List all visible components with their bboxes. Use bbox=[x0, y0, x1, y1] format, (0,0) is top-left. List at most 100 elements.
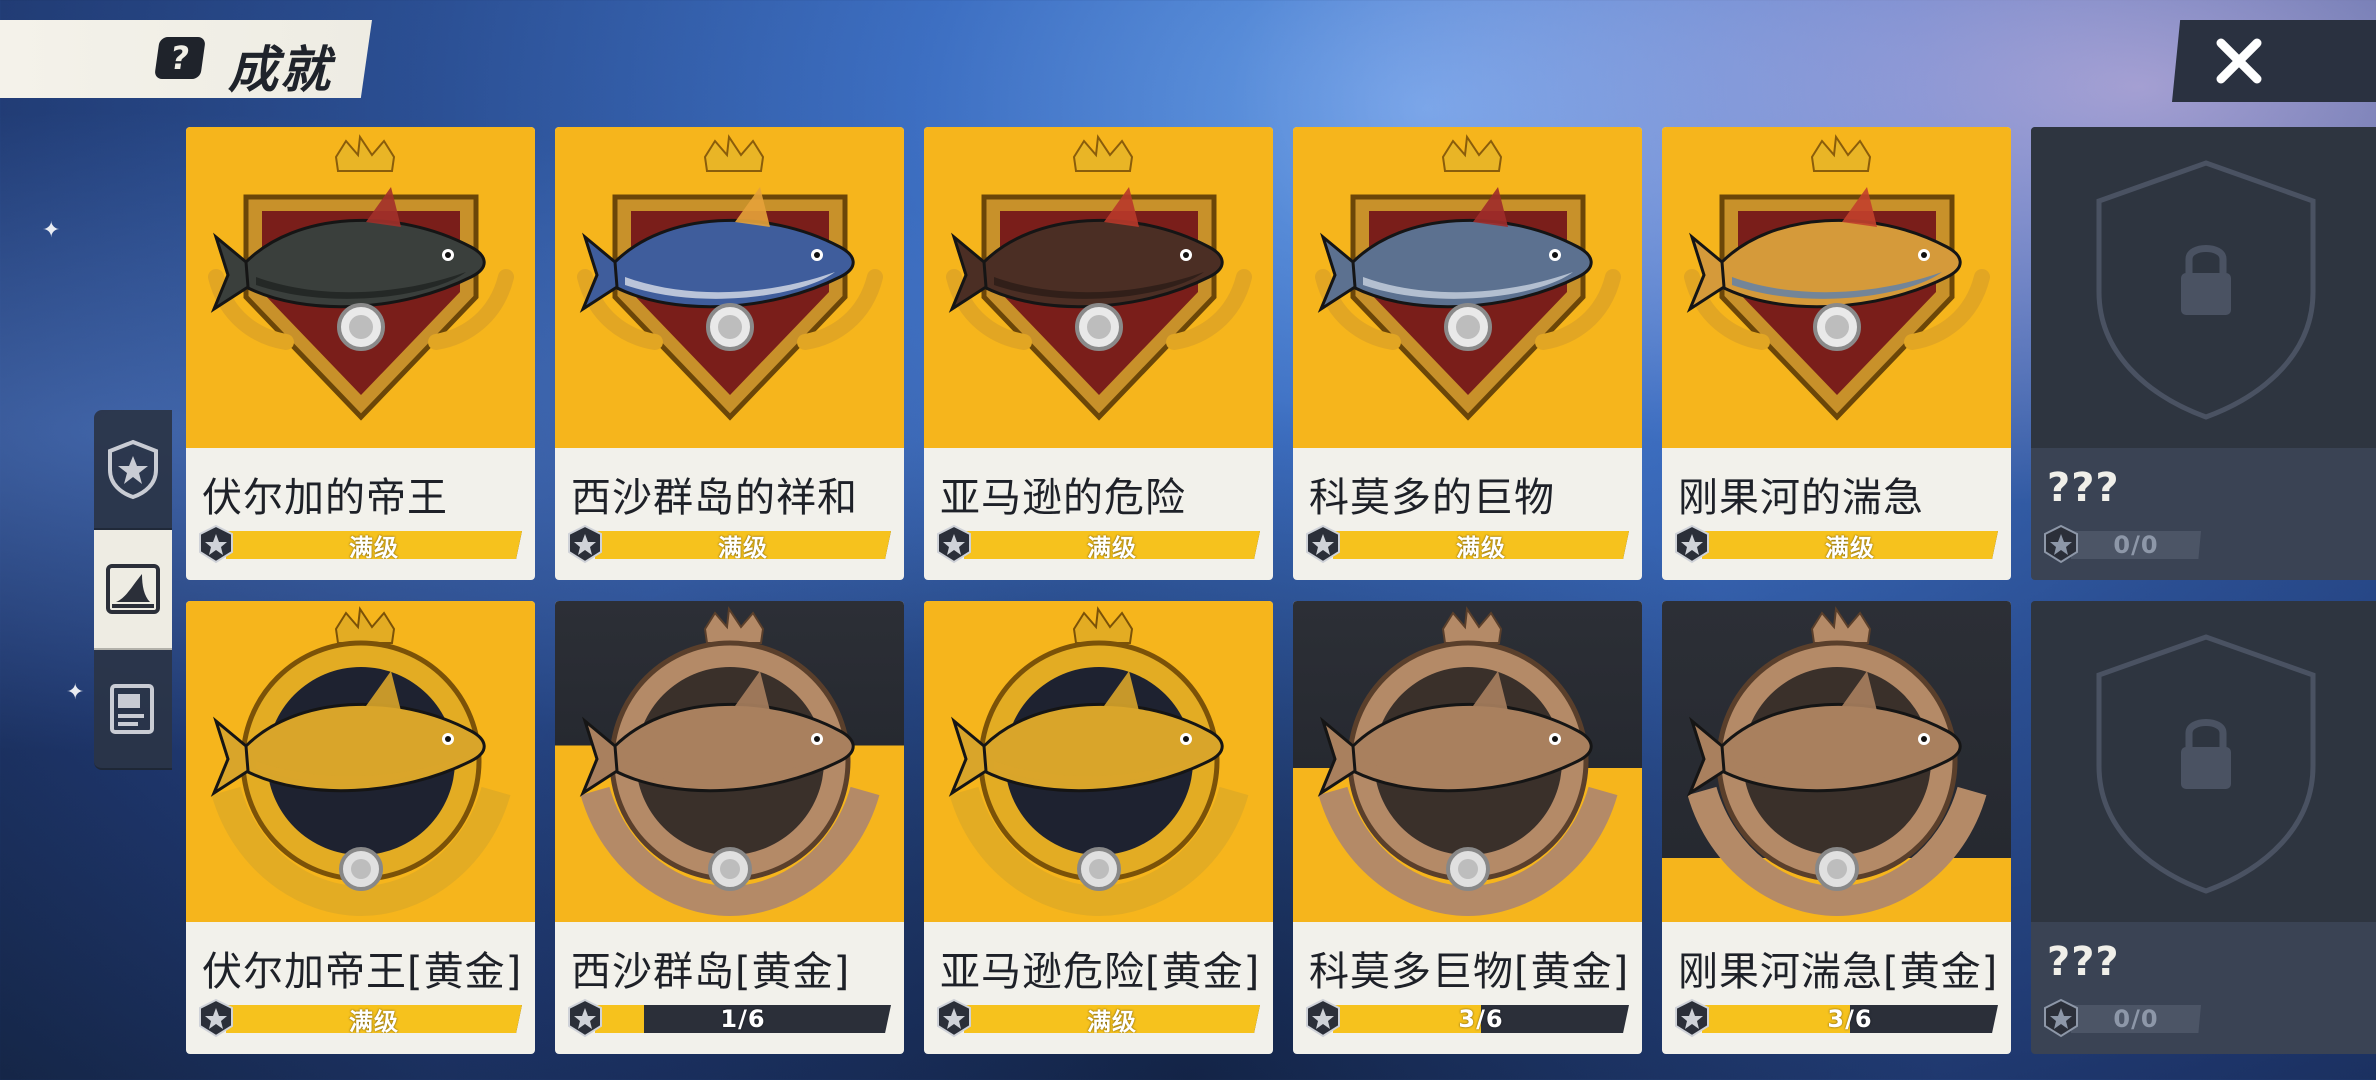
progress-label: 3/6 bbox=[1458, 1005, 1504, 1033]
sparkle-icon: ✦ bbox=[42, 218, 61, 243]
achievement-card[interactable]: ??? 0/0 bbox=[2031, 601, 2376, 1054]
lock-icon bbox=[2096, 634, 2316, 894]
achievement-name: 刚果河湍急[黄金] bbox=[1678, 949, 1999, 995]
progress-label: 1/6 bbox=[720, 1005, 766, 1033]
badge-star-icon bbox=[937, 998, 971, 1038]
progress-label: 满级 bbox=[718, 533, 768, 562]
achievement-art bbox=[2031, 601, 2376, 922]
achievement-card[interactable]: 刚果河的湍急 满级 bbox=[1662, 127, 2011, 580]
achievement-medal bbox=[1315, 134, 1621, 421]
progress-track: 1/6 bbox=[595, 1005, 891, 1033]
tab-fish-achievements[interactable] bbox=[94, 530, 172, 650]
progress-track: 满级 bbox=[964, 531, 1260, 559]
achievement-medal bbox=[1317, 606, 1618, 917]
progress-track: 满级 bbox=[595, 531, 891, 559]
achievement-card[interactable]: 西沙群岛的祥和 满级 bbox=[555, 127, 904, 580]
badge-star-icon bbox=[937, 524, 971, 564]
achievement-progress: 满级 bbox=[1303, 524, 1631, 564]
achievement-card[interactable]: 亚马逊危险[黄金] 满级 bbox=[924, 601, 1273, 1054]
achievement-progress: 满级 bbox=[1672, 524, 2000, 564]
question-icon[interactable]: ? bbox=[154, 37, 206, 79]
tab-medals[interactable] bbox=[94, 410, 172, 530]
side-tabs bbox=[94, 410, 172, 770]
book-icon bbox=[110, 684, 154, 734]
close-button[interactable] bbox=[2172, 20, 2376, 102]
achievement-progress: 3/6 bbox=[1672, 998, 2000, 1038]
badge-star-icon bbox=[1675, 998, 1709, 1038]
achievement-medal bbox=[579, 606, 880, 917]
achievement-name: 亚马逊的危险 bbox=[940, 475, 1186, 521]
badge-star-icon bbox=[2044, 998, 2078, 1038]
progress-track: 满级 bbox=[226, 1005, 522, 1033]
badge-star-icon bbox=[1675, 524, 1709, 564]
progress-track: 0/0 bbox=[2071, 1005, 2201, 1033]
achievement-medal bbox=[208, 134, 514, 421]
progress-track: 满级 bbox=[226, 531, 522, 559]
shark-fin-icon bbox=[106, 564, 160, 614]
progress-track: 0/0 bbox=[2071, 531, 2201, 559]
achievement-card[interactable]: 科莫多巨物[黄金] 3/6 bbox=[1293, 601, 1642, 1054]
badge-star-icon bbox=[568, 524, 602, 564]
achievement-medal bbox=[1686, 606, 1987, 917]
progress-label: 满级 bbox=[1087, 1007, 1137, 1036]
achievement-name: 伏尔加帝王[黄金] bbox=[202, 949, 523, 995]
achievement-medal bbox=[577, 134, 883, 421]
badge-star-icon bbox=[568, 998, 602, 1038]
achievement-card[interactable]: ??? 0/0 bbox=[2031, 127, 2376, 580]
achievement-progress: 满级 bbox=[196, 998, 524, 1038]
progress-label: 3/6 bbox=[1827, 1005, 1873, 1033]
achievement-art bbox=[555, 601, 904, 922]
achievement-name: ??? bbox=[2047, 465, 2120, 511]
achievement-name: 科莫多巨物[黄金] bbox=[1309, 949, 1630, 995]
badge-star-icon bbox=[2044, 524, 2078, 564]
progress-label: 满级 bbox=[1825, 533, 1875, 562]
achievement-art bbox=[1662, 127, 2011, 448]
badge-star-icon bbox=[1306, 524, 1340, 564]
achievement-progress: 满级 bbox=[934, 524, 1262, 564]
achievement-card[interactable]: 西沙群岛[黄金] 1/6 bbox=[555, 601, 904, 1054]
achievement-progress: 0/0 bbox=[2041, 998, 2369, 1038]
achievement-card[interactable]: 伏尔加的帝王 满级 bbox=[186, 127, 535, 580]
progress-track: 满级 bbox=[964, 1005, 1260, 1033]
achievement-progress: 1/6 bbox=[565, 998, 893, 1038]
progress-label: 满级 bbox=[1456, 533, 1506, 562]
achievement-name: 西沙群岛[黄金] bbox=[571, 949, 851, 995]
achievement-medal bbox=[210, 606, 511, 917]
achievement-art bbox=[924, 127, 1273, 448]
lock-icon bbox=[2096, 160, 2316, 420]
achievement-card[interactable]: 科莫多的巨物 满级 bbox=[1293, 127, 1642, 580]
close-icon bbox=[2216, 38, 2262, 84]
achievement-name: 亚马逊危险[黄金] bbox=[940, 949, 1261, 995]
progress-label: 满级 bbox=[349, 533, 399, 562]
achievement-medal bbox=[1684, 134, 1990, 421]
tab-book[interactable] bbox=[94, 650, 172, 770]
achievement-progress: 满级 bbox=[565, 524, 893, 564]
achievement-art bbox=[186, 127, 535, 448]
progress-label: 满级 bbox=[349, 1007, 399, 1036]
achievement-name: 伏尔加的帝王 bbox=[202, 475, 448, 521]
achievement-progress: 3/6 bbox=[1303, 998, 1631, 1038]
achievement-progress: 满级 bbox=[196, 524, 524, 564]
achievement-medal bbox=[948, 606, 1249, 917]
badge-star-icon bbox=[1306, 998, 1340, 1038]
achievement-card[interactable]: 刚果河湍急[黄金] 3/6 bbox=[1662, 601, 2011, 1054]
progress-track: 3/6 bbox=[1333, 1005, 1629, 1033]
progress-track: 满级 bbox=[1702, 531, 1998, 559]
achievement-art bbox=[1293, 127, 1642, 448]
achievement-card[interactable]: 亚马逊的危险 满级 bbox=[924, 127, 1273, 580]
progress-track: 3/6 bbox=[1702, 1005, 1998, 1033]
achievement-art bbox=[924, 601, 1273, 922]
page-title: 成就 bbox=[228, 41, 332, 99]
achievement-art bbox=[1662, 601, 2011, 922]
progress-label: 0/0 bbox=[2113, 531, 2159, 559]
achievement-progress: 0/0 bbox=[2041, 524, 2369, 564]
achievement-name: 科莫多的巨物 bbox=[1309, 475, 1555, 521]
achievement-name: 西沙群岛的祥和 bbox=[571, 475, 858, 521]
progress-label: 满级 bbox=[1087, 533, 1137, 562]
achievement-card[interactable]: 伏尔加帝王[黄金] 满级 bbox=[186, 601, 535, 1054]
achievement-medal bbox=[946, 134, 1252, 421]
achievement-art bbox=[1293, 601, 1642, 922]
title-bar: ? 成就 bbox=[0, 20, 372, 98]
achievement-name: 刚果河的湍急 bbox=[1678, 475, 1924, 521]
achievement-progress: 满级 bbox=[934, 998, 1262, 1038]
